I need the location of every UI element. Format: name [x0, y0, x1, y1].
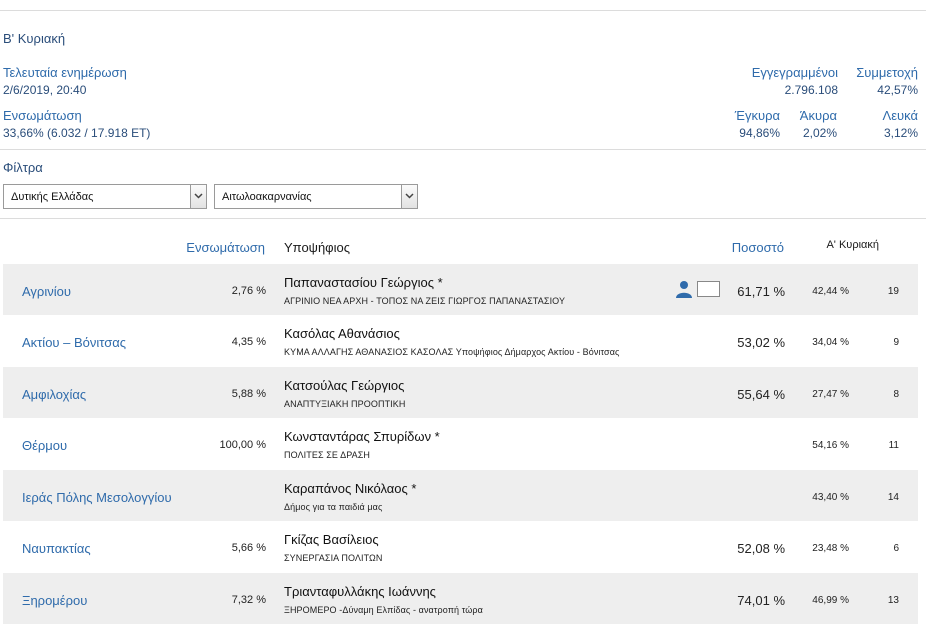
invalid-value: 2,02% [802, 126, 837, 140]
candidate-percent: 74,01 % [737, 593, 785, 608]
turnout-label: Συμμετοχή [856, 65, 918, 80]
candidate-name: Γκίζας Βασίλειος [284, 532, 379, 547]
column-header-first-round: Α' Κυριακή [826, 239, 879, 251]
registered-label: Εγγεγραμμένοι [751, 65, 838, 80]
checkbox-icon[interactable] [697, 281, 720, 297]
municipality-name[interactable]: Ακτίου – Βόνιτσας [22, 335, 126, 350]
first-round-percent: 27,47 % [812, 389, 849, 400]
top-divider [0, 10, 926, 11]
prefecture-select[interactable]: Αιτωλοακαρνανίας [214, 184, 418, 209]
table-row[interactable]: Θέρμου 100,00 % Κωνσταντάρας Σπυρίδων * … [3, 418, 918, 469]
counted-percent: 5,88 % [231, 388, 266, 400]
municipality-name[interactable]: Ναυπακτίας [22, 541, 91, 556]
first-round-percent: 42,44 % [812, 286, 849, 297]
party-name: ΣΥΝΕΡΓΑΣΙΑ ΠΟΛΙΤΩΝ [284, 553, 383, 563]
candidate-percent: 52,08 % [737, 541, 785, 556]
invalid-label: Άκυρα [799, 108, 837, 123]
table-row[interactable]: Ακτίου – Βόνιτσας 4,35 % Κασόλας Αθανάσι… [3, 315, 918, 366]
municipality-name[interactable]: Ιεράς Πόλης Μεσολογγίου [22, 490, 172, 505]
party-name: ΑΓΡΙΝΙΟ ΝΕΑ ΑΡΧΗ - ΤΟΠΟΣ ΝΑ ΖΕΙΣ ΓΙΩΡΓΟΣ… [284, 296, 566, 306]
counted-percent: 5,66 % [231, 542, 266, 554]
party-name: ΠΟΛΙΤΕΣ ΣΕ ΔΡΑΣΗ [284, 450, 370, 460]
column-header-counted[interactable]: Ενσωμάτωση [186, 240, 265, 255]
candidate-name: Παπαναστασίου Γεώργιος * [284, 275, 443, 290]
seats-count: 6 [893, 543, 899, 554]
seats-count: 9 [893, 337, 899, 348]
table-row[interactable]: Ιεράς Πόλης Μεσολογγίου Καραπάνος Νικόλα… [3, 470, 918, 521]
counted-percent: 100,00 % [219, 439, 266, 451]
region-select-value: Δυτικής Ελλάδας [11, 191, 94, 203]
filters-divider [0, 218, 926, 219]
candidate-percent: 61,71 % [737, 284, 785, 299]
municipality-name[interactable]: Αγρινίου [22, 284, 71, 299]
table-row[interactable]: Ναυπακτίας 5,66 % Γκίζας Βασίλειος ΣΥΝΕΡ… [3, 521, 918, 572]
party-name: ΑΝΑΠΤΥΞΙΑΚΗ ΠΡΟΟΠΤΙΚΗ [284, 399, 406, 409]
municipality-name[interactable]: Αμφιλοχίας [22, 387, 86, 402]
registered-value: 2.796.108 [784, 83, 838, 97]
seats-count: 13 [887, 595, 899, 606]
column-header-candidate: Υποψήφιος [284, 240, 350, 255]
municipality-name[interactable]: Ξηρομέρου [22, 593, 87, 608]
filters-title: Φίλτρα [3, 160, 43, 175]
counted-percent: 2,76 % [231, 285, 266, 297]
candidate-name: Κατσούλας Γεώργιος [284, 378, 405, 393]
party-name: ΞΗΡΟΜΕΡΟ -Δύναμη Ελπίδας - ανατροπή τώρα [284, 605, 483, 615]
first-round-percent: 54,16 % [812, 440, 849, 451]
column-header-percent[interactable]: Ποσοστό [732, 240, 784, 255]
person-icon[interactable] [675, 280, 693, 298]
table-row[interactable]: Αμφιλοχίας 5,88 % Κατσούλας Γεώργιος ΑΝΑ… [3, 367, 918, 418]
counted-percent: 7,32 % [231, 594, 266, 606]
blank-value: 3,12% [883, 126, 918, 140]
first-round-percent: 23,48 % [812, 543, 849, 554]
candidate-name: Καραπάνος Νικόλαος * [284, 481, 417, 496]
seats-count: 11 [888, 440, 899, 451]
table-row[interactable]: Ξηρομέρου 7,32 % Τριανταφυλλάκης Ιωάννης… [3, 573, 918, 624]
round-title: Β' Κυριακή [3, 31, 66, 46]
blank-label: Λευκά [882, 108, 918, 123]
chevron-down-icon[interactable] [401, 185, 417, 208]
candidate-name: Τριανταφυλλάκης Ιωάννης [284, 584, 436, 599]
first-round-percent: 46,99 % [812, 595, 849, 606]
municipality-name[interactable]: Θέρμου [22, 438, 67, 453]
valid-value: 94,86% [739, 126, 780, 140]
last-update-label: Τελευταία ενημέρωση [3, 65, 127, 80]
candidate-percent: 53,02 % [737, 335, 785, 350]
first-round-percent: 34,04 % [812, 337, 849, 348]
counted-value: 33,66% (6.032 / 17.918 ΕΤ) [3, 126, 151, 140]
prefecture-select-value: Αιτωλοακαρνανίας [222, 191, 312, 203]
candidate-name: Κωνσταντάρας Σπυρίδων * [284, 429, 440, 444]
seats-count: 14 [887, 492, 899, 503]
valid-label: Έγκυρα [734, 108, 780, 123]
counted-label: Ενσωμάτωση [3, 108, 82, 123]
party-name: Δήμος για τα παιδιά μας [284, 502, 383, 512]
party-name: ΚΥΜΑ ΑΛΛΑΓΗΣ ΑΘΑΝΑΣΙΟΣ ΚΑΣΟΛΑΣ Υποψήφιος… [284, 347, 620, 357]
header-divider [0, 149, 926, 150]
chevron-down-icon[interactable] [190, 185, 206, 208]
candidate-percent: 55,64 % [737, 387, 785, 402]
first-round-percent: 43,40 % [812, 492, 849, 503]
region-select[interactable]: Δυτικής Ελλάδας [3, 184, 207, 209]
counted-percent: 4,35 % [231, 336, 266, 348]
table-row[interactable]: Αγρινίου 2,76 % Παπαναστασίου Γεώργιος *… [3, 264, 918, 315]
seats-count: 8 [893, 389, 899, 400]
turnout-value: 42,57% [877, 83, 918, 97]
candidate-name: Κασόλας Αθανάσιος [284, 326, 400, 341]
seats-count: 19 [887, 286, 899, 297]
last-update-value: 2/6/2019, 20:40 [3, 83, 87, 97]
